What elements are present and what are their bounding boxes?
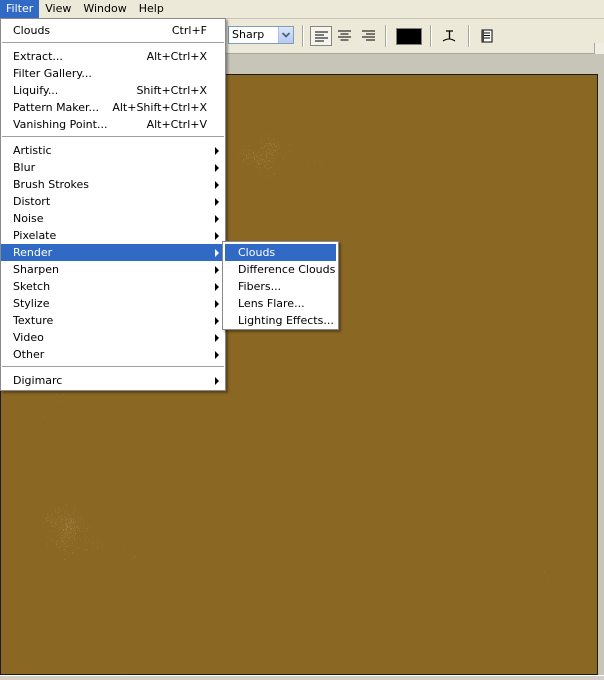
menu-item-brush-strokes[interactable]: Brush Strokes: [1, 176, 225, 193]
submenu-arrow-icon: [215, 232, 219, 240]
menu-view[interactable]: View: [39, 0, 77, 18]
submenu-item-clouds[interactable]: Clouds: [225, 244, 336, 261]
submenu-arrow-icon: [215, 351, 219, 359]
menu-item-sketch[interactable]: Sketch: [1, 278, 225, 295]
submenu-item-lighting-effects[interactable]: Lighting Effects...: [225, 312, 336, 329]
antialias-value: Sharp: [232, 28, 265, 41]
menu-separator: [2, 42, 224, 43]
toolbar-separator: [385, 25, 387, 47]
menu-item-clouds-last-filter[interactable]: Clouds Ctrl+F: [1, 22, 225, 39]
menu-item-digimarc[interactable]: Digimarc: [1, 372, 225, 389]
menu-item-artistic[interactable]: Artistic: [1, 142, 225, 159]
menu-item-blur[interactable]: Blur: [1, 159, 225, 176]
menu-window[interactable]: Window: [77, 0, 132, 18]
submenu-arrow-icon: [215, 198, 219, 206]
menu-item-filter-gallery[interactable]: Filter Gallery...: [1, 65, 225, 82]
menu-separator: [2, 366, 224, 367]
submenu-arrow-icon: [215, 266, 219, 274]
submenu-arrow-icon: [215, 249, 219, 257]
warp-text-button[interactable]: [438, 26, 460, 46]
antialias-select[interactable]: Sharp: [228, 26, 294, 44]
menu-separator: [2, 136, 224, 137]
menu-item-pixelate[interactable]: Pixelate: [1, 227, 225, 244]
submenu-arrow-icon: [215, 215, 219, 223]
submenu-arrow-icon: [215, 300, 219, 308]
menu-item-texture[interactable]: Texture: [1, 312, 225, 329]
toolbar-separator: [430, 25, 432, 47]
photoshop-window: Filter View Window Help Sharp Clouds Ctr…: [0, 0, 604, 680]
submenu-item-lens-flare[interactable]: Lens Flare...: [225, 295, 336, 312]
menu-item-render[interactable]: Render: [1, 244, 225, 261]
toolbar-separator: [302, 25, 304, 47]
submenu-arrow-icon: [215, 181, 219, 189]
toolbar-separator: [468, 25, 470, 47]
menu-filter[interactable]: Filter: [0, 0, 40, 18]
submenu-arrow-icon: [215, 164, 219, 172]
menu-item-liquify[interactable]: Liquify... Shift+Ctrl+X: [1, 82, 225, 99]
menu-item-pattern-maker[interactable]: Pattern Maker... Alt+Shift+Ctrl+X: [1, 99, 225, 116]
palettes-button[interactable]: [476, 26, 498, 46]
align-left-button[interactable]: [310, 26, 332, 46]
render-submenu: Clouds Difference Clouds Fibers... Lens …: [222, 241, 339, 330]
menu-item-stylize[interactable]: Stylize: [1, 295, 225, 312]
submenu-item-fibers[interactable]: Fibers...: [225, 278, 336, 295]
submenu-arrow-icon: [215, 334, 219, 342]
warp-text-icon: [442, 30, 456, 42]
submenu-arrow-icon: [215, 147, 219, 155]
menu-item-noise[interactable]: Noise: [1, 210, 225, 227]
menu-item-video[interactable]: Video: [1, 329, 225, 346]
menu-item-other[interactable]: Other: [1, 346, 225, 363]
menu-help[interactable]: Help: [133, 0, 170, 18]
align-center-icon: [338, 30, 351, 41]
filter-menu: Clouds Ctrl+F Extract... Alt+Ctrl+X Filt…: [0, 18, 226, 391]
menu-bar: Filter View Window Help: [0, 0, 604, 19]
submenu-arrow-icon: [215, 377, 219, 385]
menu-item-distort[interactable]: Distort: [1, 193, 225, 210]
submenu-arrow-icon: [215, 317, 219, 325]
align-left-icon: [315, 31, 328, 42]
align-right-button[interactable]: [358, 26, 380, 46]
chevron-down-icon[interactable]: [278, 27, 293, 43]
menu-item-extract[interactable]: Extract... Alt+Ctrl+X: [1, 48, 225, 65]
palettes-icon: [481, 29, 493, 43]
submenu-item-difference-clouds[interactable]: Difference Clouds: [225, 261, 336, 278]
status-bar: [0, 675, 604, 680]
text-color-swatch[interactable]: [396, 28, 422, 45]
menu-item-vanishing-point[interactable]: Vanishing Point... Alt+Ctrl+V: [1, 116, 225, 133]
align-right-icon: [362, 30, 375, 41]
align-center-button[interactable]: [334, 26, 356, 46]
submenu-arrow-icon: [215, 283, 219, 291]
menu-item-sharpen[interactable]: Sharpen: [1, 261, 225, 278]
